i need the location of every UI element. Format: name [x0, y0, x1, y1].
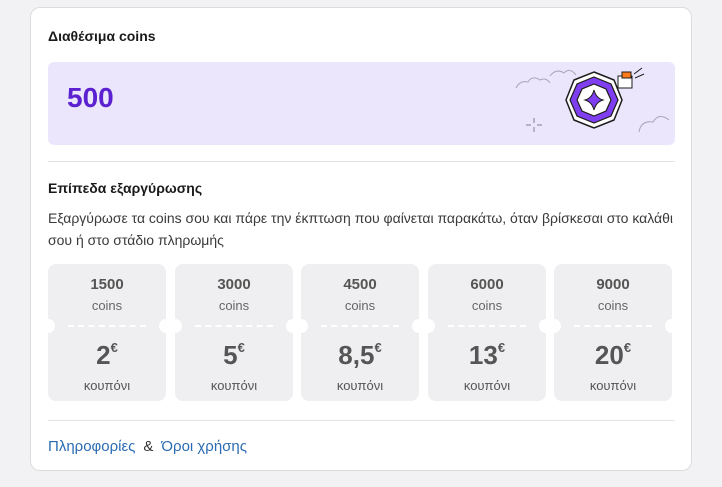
tier-coins-unit: coins	[597, 298, 629, 313]
available-coins-title: Διαθέσιμα coins	[48, 28, 156, 44]
tier-coins-unit: coins	[471, 298, 503, 313]
redeem-description: Εξαργύρωσε τα coins σου και πάρε την έκπ…	[48, 210, 674, 248]
tier-coupon-amount: 8,5€	[338, 340, 382, 370]
tier-coins-value: 9000	[596, 276, 630, 293]
tier-coins-value: 1500	[90, 276, 124, 293]
tier-coupon-amount: 2€	[96, 340, 118, 370]
tier-coins-unit: coins	[91, 298, 123, 313]
cloud-icon	[515, 77, 551, 89]
tier-coupon-amount: 20€	[594, 340, 632, 370]
redeem-tier-1500[interactable]: 1500 coins 2€ κουπόνι	[41, 264, 173, 401]
tier-coupon-label: κουπόνι	[463, 378, 511, 393]
redeem-tier-9000[interactable]: 9000 coins 20€ κουπόνι	[547, 264, 679, 401]
tier-coins-unit: coins	[344, 298, 376, 313]
tier-coins-unit: coins	[218, 298, 250, 313]
section-divider	[48, 161, 675, 162]
tier-coins-value: 3000	[217, 276, 251, 293]
redeem-tier-4500[interactable]: 4500 coins 8,5€ κουπόνι	[294, 264, 426, 401]
terms-link[interactable]: Όροι χρήσης	[161, 438, 247, 455]
redeem-tier-6000[interactable]: 6000 coins 13€ κουπόνι	[421, 264, 553, 401]
redeem-levels-title: Επίπεδα εξαργύρωσης	[48, 180, 203, 196]
coin-balance: 500	[67, 82, 114, 113]
tier-coupon-label: κουπόνι	[589, 378, 637, 393]
sparkle-icon	[526, 118, 542, 132]
tier-coupon-label: κουπόνι	[336, 378, 384, 393]
tier-coupon-label: κουπόνι	[83, 378, 131, 393]
link-separator: &	[143, 438, 154, 455]
coin-badge-icon	[515, 67, 670, 133]
coins-card: Διαθέσιμα coins 500 Επίπεδα εξαργύρωσης …	[30, 7, 692, 471]
info-link[interactable]: Πληροφορίες	[48, 438, 135, 455]
redeem-tier-3000[interactable]: 3000 coins 5€ κουπόνι	[168, 264, 300, 401]
cloud-icon	[549, 69, 577, 77]
tier-coupon-label: κουπόνι	[210, 378, 258, 393]
balance-box: 500	[48, 62, 675, 145]
tier-coupon-amount: 13€	[468, 340, 506, 370]
redeem-tiers: 1500 coins 2€ κουπόνι 3000 coins 5€ κουπ…	[41, 264, 679, 401]
footer-divider	[48, 420, 675, 421]
footer-links: Πληροφορίες & Όροι χρήσης	[48, 438, 247, 455]
tier-coupon-amount: 5€	[223, 340, 245, 370]
gift-box-icon	[617, 67, 645, 89]
tier-coins-value: 6000	[470, 276, 504, 293]
tier-coins-value: 4500	[343, 276, 377, 293]
